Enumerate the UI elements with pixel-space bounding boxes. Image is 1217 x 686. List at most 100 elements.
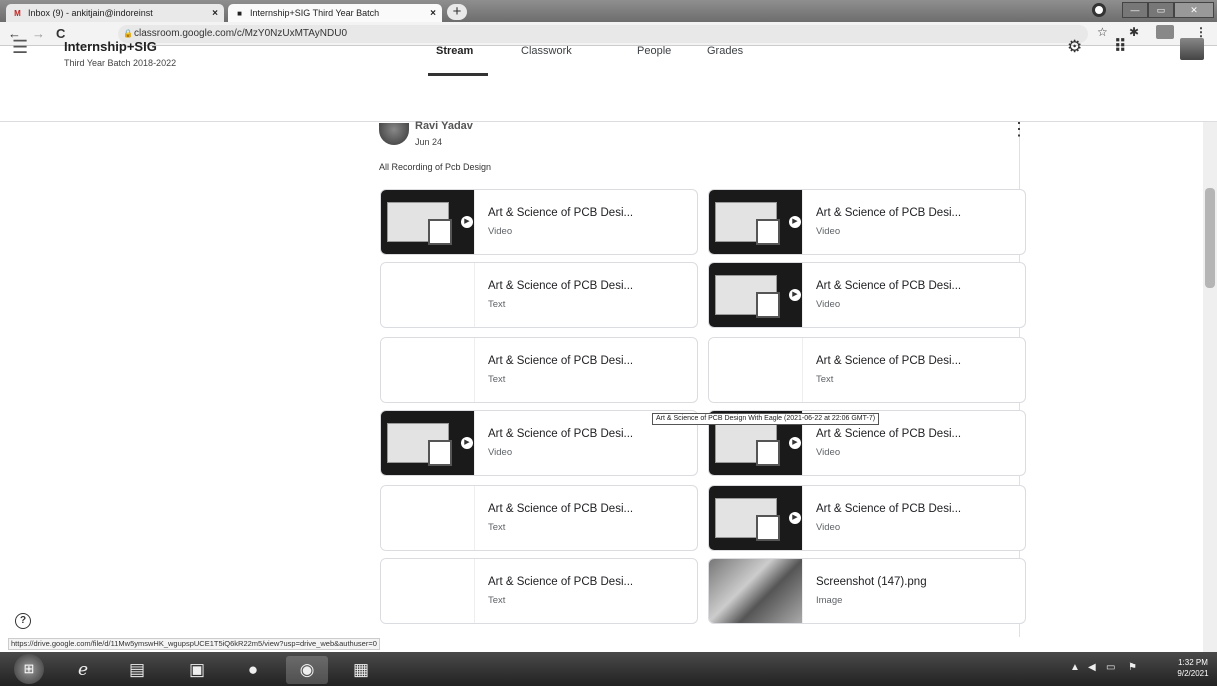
tab-grades[interactable]: Grades xyxy=(707,45,743,57)
attachment-title: Art & Science of PCB Desi... xyxy=(488,428,634,440)
tooltip: Art & Science of PCB Design With Eagle (… xyxy=(652,413,880,425)
settings-icon[interactable]: ⚙ xyxy=(1067,37,1082,57)
menu-icon[interactable]: ⋮ xyxy=(1195,25,1207,39)
attachment-thumbnail xyxy=(381,486,475,550)
attachment-thumbnail: ▶ xyxy=(709,190,803,254)
network-icon[interactable]: ▭ xyxy=(1106,662,1115,673)
action-center-icon[interactable]: ⚑ xyxy=(1128,662,1137,673)
video-frame xyxy=(387,423,452,466)
attachment-title: Art & Science of PCB Desi... xyxy=(816,503,962,515)
tab-label: Internship+SIG Third Year Batch xyxy=(250,8,380,18)
video-frame xyxy=(715,275,780,318)
close-tab-icon[interactable]: × xyxy=(430,8,436,19)
attachment-card[interactable]: ▶ Art & Science of PCB Desi... Video xyxy=(380,189,698,255)
video-frame-detail xyxy=(756,515,780,541)
tab-label: Inbox (9) - ankitjain@indoreinst xyxy=(28,8,153,18)
attachment-card[interactable]: Art & Science of PCB Desi... Text xyxy=(708,337,1026,403)
post-options-icon[interactable]: ⋮ xyxy=(1010,120,1028,138)
address-bar: ← → C 🔒 classroom.google.com/c/MzY0NzUxM… xyxy=(0,22,1217,46)
attachment-thumbnail xyxy=(709,559,803,623)
attachment-card[interactable]: ▶ Art & Science of PCB Desi... Video xyxy=(380,410,698,476)
chrome-icon[interactable]: ◉ xyxy=(286,656,328,684)
attachment-type: Text xyxy=(488,522,506,533)
post-text: All Recording of Pcb Design xyxy=(379,162,492,172)
author-avatar xyxy=(379,123,409,145)
video-frame-detail xyxy=(756,440,780,466)
file-explorer-icon[interactable]: ▤ xyxy=(116,656,158,684)
profile-avatar-icon[interactable] xyxy=(1156,25,1174,39)
video-frame xyxy=(715,498,780,541)
account-avatar[interactable] xyxy=(1180,38,1204,60)
play-icon: ▶ xyxy=(461,437,473,449)
tab-stream[interactable]: Stream xyxy=(436,45,473,57)
browser-tab-strip: M Inbox (9) - ankitjain@indoreinst × ■ I… xyxy=(0,0,1217,22)
taskbar-clock[interactable]: 1:32 PM 9/2/2021 xyxy=(1172,657,1214,679)
tab-classroom[interactable]: ■ Internship+SIG Third Year Batch × xyxy=(228,4,442,22)
attachment-card[interactable]: Art & Science of PCB Desi... Text xyxy=(380,262,698,328)
new-tab-button[interactable]: + xyxy=(447,4,467,20)
close-tab-icon[interactable]: × xyxy=(212,8,218,19)
attachment-type: Image xyxy=(816,595,843,606)
close-window-button[interactable]: ✕ xyxy=(1174,2,1214,18)
attachment-thumbnail xyxy=(381,559,475,623)
attachment-type: Video xyxy=(816,226,841,237)
attachment-type: Text xyxy=(816,374,834,385)
play-icon: ▶ xyxy=(789,437,801,449)
start-button[interactable]: ⊞ xyxy=(14,654,44,684)
attachment-card[interactable]: ▶ Art & Science of PCB Desi... Video xyxy=(708,485,1026,551)
attachment-type: Text xyxy=(488,595,506,606)
profile-icon[interactable] xyxy=(1092,3,1106,17)
play-icon: ▶ xyxy=(789,216,801,228)
video-frame xyxy=(715,423,780,466)
scrollbar-thumb[interactable] xyxy=(1205,188,1215,288)
attachment-thumbnail: ▶ xyxy=(381,411,475,475)
attachment-thumbnail xyxy=(381,263,475,327)
attachment-card[interactable]: ▶ Art & Science of PCB Desi... Video xyxy=(708,262,1026,328)
attachment-card[interactable]: ▶ Art & Science of PCB Desi... Video xyxy=(708,189,1026,255)
video-frame-detail xyxy=(756,219,780,245)
minimize-button[interactable]: — xyxy=(1122,2,1148,18)
extensions-icon[interactable]: ✱ xyxy=(1129,25,1139,39)
attachment-card[interactable]: Art & Science of PCB Desi... Text xyxy=(380,337,698,403)
maximize-button[interactable]: ▭ xyxy=(1148,2,1174,18)
apps-icon[interactable]: ⠿ xyxy=(1114,37,1126,57)
video-frame-detail xyxy=(428,440,452,466)
attachment-type: Video xyxy=(816,447,841,458)
attachment-title: Art & Science of PCB Desi... xyxy=(488,503,634,515)
volume-icon[interactable]: ◀ xyxy=(1088,662,1096,673)
attachment-thumbnail xyxy=(381,338,475,402)
media-player-icon[interactable]: ▣ xyxy=(176,656,218,684)
ie-icon[interactable]: e xyxy=(62,656,104,684)
status-bar-url: https://drive.google.com/file/d/11Mw5yms… xyxy=(8,638,380,650)
tab-inbox[interactable]: M Inbox (9) - ankitjain@indoreinst × xyxy=(6,4,224,22)
attachment-type: Video xyxy=(816,299,841,310)
tray-expand-icon[interactable]: ▲ xyxy=(1070,662,1080,673)
attachment-card[interactable]: Art & Science of PCB Desi... Text xyxy=(380,485,698,551)
attachment-title: Art & Science of PCB Desi... xyxy=(488,355,634,367)
url-text: classroom.google.com/c/MzY0NzUxMTAyNDU0 xyxy=(134,28,348,39)
post-date: Jun 24 xyxy=(415,137,443,147)
star-icon[interactable]: ☆ xyxy=(1097,25,1108,39)
play-icon: ▶ xyxy=(789,289,801,301)
tab-classwork[interactable]: Classwork xyxy=(521,45,572,57)
attachment-card[interactable]: Screenshot (147).png Image xyxy=(708,558,1026,624)
video-frame-detail xyxy=(756,292,780,318)
help-icon[interactable]: ? xyxy=(15,613,31,629)
forward-icon[interactable]: → xyxy=(32,26,45,41)
attachment-thumbnail: ▶ xyxy=(709,486,803,550)
video-frame xyxy=(715,202,780,245)
attachment-title: Art & Science of PCB Desi... xyxy=(488,576,634,588)
class-subtitle: Third Year Batch 2018-2022 xyxy=(64,58,177,68)
attachment-type: Video xyxy=(488,447,513,458)
attachment-type: Text xyxy=(488,299,506,310)
clock-date: 9/2/2021 xyxy=(1177,669,1209,678)
main-menu-icon[interactable]: ☰ xyxy=(12,38,28,56)
word-icon[interactable]: ▦ xyxy=(340,656,382,684)
class-title[interactable]: Internship+SIG xyxy=(64,39,157,54)
tab-people[interactable]: People xyxy=(637,45,671,57)
active-tab-indicator xyxy=(428,73,488,76)
url-input[interactable]: 🔒 classroom.google.com/c/MzY0NzUxMTAyNDU… xyxy=(118,25,1088,43)
attachment-card[interactable]: Art & Science of PCB Desi... Text xyxy=(380,558,698,624)
attachment-title: Art & Science of PCB Desi... xyxy=(816,280,962,292)
firefox-icon[interactable]: ● xyxy=(232,656,274,684)
